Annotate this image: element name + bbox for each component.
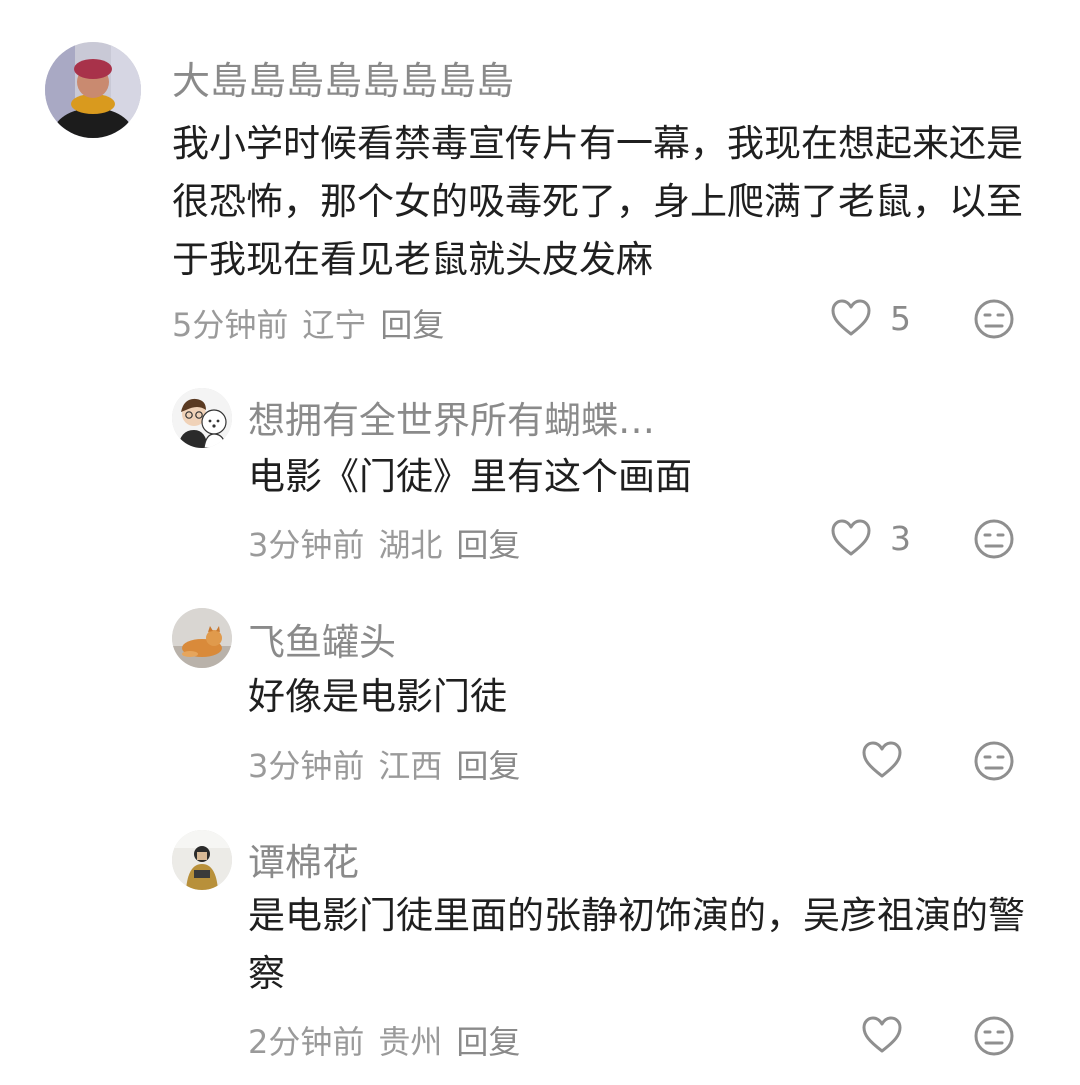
dislike-button[interactable] [973,518,1015,560]
reply-time: 3分钟前 [248,747,365,785]
meh-face-icon [974,299,1014,339]
dislike-button[interactable] [973,1015,1015,1057]
comment-username[interactable]: 大島島島島島島島島 [172,50,514,105]
reply-text: 电影《门徒》里有这个画面 [248,455,692,498]
like-button[interactable]: 5 [830,298,911,338]
avatar[interactable] [172,608,232,668]
comment-location: 辽宁 [302,306,367,344]
reply-button[interactable]: 回复 [380,300,444,346]
dislike-button[interactable] [973,298,1015,340]
heart-outline-icon [831,519,871,556]
reply-meta: 2分钟前 贵州 回复 [248,1017,520,1063]
reply-button[interactable]: 回复 [456,520,520,566]
like-button[interactable] [861,740,903,780]
like-button[interactable]: 3 [830,518,911,558]
reply-username[interactable]: 飞鱼罐头 [248,612,396,666]
heart-outline-icon [831,299,871,336]
heart-outline-icon [862,1016,902,1053]
reply-button[interactable]: 回复 [456,1017,520,1063]
reply-location: 湖北 [378,526,443,564]
like-button[interactable] [861,1015,903,1055]
reply-meta: 3分钟前 湖北 回复 [248,520,520,566]
like-count: 3 [890,518,911,558]
like-count: 5 [890,298,911,338]
comment-meta: 5分钟前 辽宁 回复 [172,300,444,346]
reply-button[interactable]: 回复 [456,741,520,787]
reply-meta: 3分钟前 江西 回复 [248,741,520,787]
reply-text: 是电影门徒里面的张静初饰演的，吴彦祖演的警察 [248,894,1025,995]
reply-location: 江西 [378,747,443,785]
reply-username[interactable]: 想拥有全世界所有蝴蝶… [248,390,655,444]
comment-time: 5分钟前 [172,306,289,344]
dislike-button[interactable] [973,740,1015,782]
reply-time: 3分钟前 [248,526,365,564]
heart-outline-icon [862,741,902,778]
comment-text: 我小学时候看禁毒宣传片有一幕，我现在想起来还是很恐怖，那个女的吸毒死了，身上爬满… [172,122,1023,281]
avatar[interactable] [45,42,141,138]
reply-text: 好像是电影门徒 [248,675,507,718]
meh-face-icon [974,1016,1014,1056]
meh-face-icon [974,519,1014,559]
avatar[interactable] [172,388,232,448]
reply-location: 贵州 [378,1023,443,1061]
avatar[interactable] [172,830,232,890]
reply-time: 2分钟前 [248,1023,365,1061]
meh-face-icon [974,741,1014,781]
reply-username[interactable]: 谭棉花 [248,832,359,886]
